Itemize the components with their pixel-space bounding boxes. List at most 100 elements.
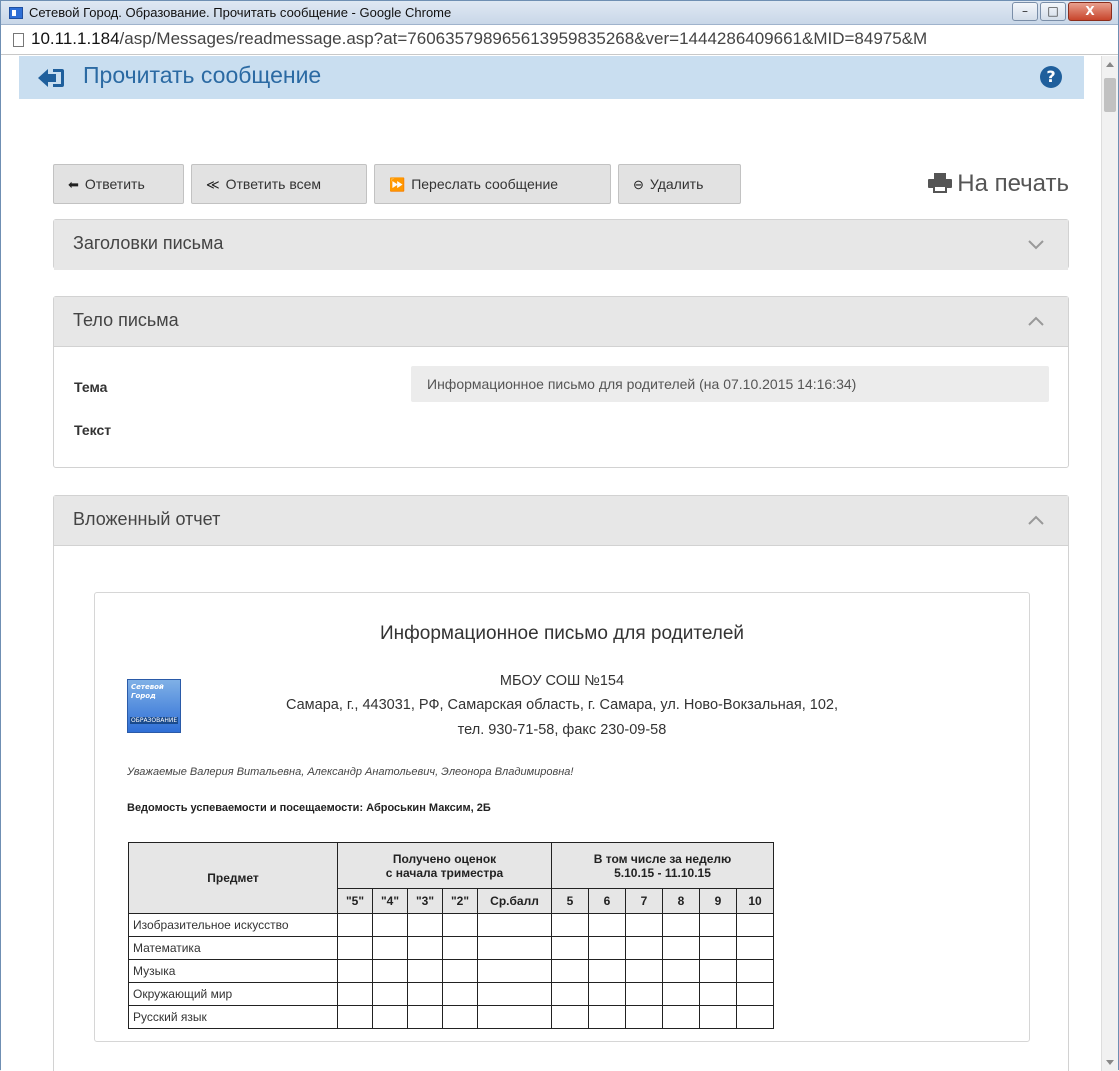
- week-cell: [551, 1005, 589, 1029]
- forward-button[interactable]: ⏩ Переслать сообщение: [374, 164, 611, 204]
- table-row: Музыка: [128, 959, 774, 983]
- chevron-up-icon[interactable]: [1028, 315, 1044, 327]
- col-week-header: 7: [625, 888, 663, 914]
- body-panel-content: Тема Информационное письмо для родителей…: [54, 347, 1068, 467]
- average-cell: [477, 913, 552, 937]
- subject-cell: Математика: [128, 936, 338, 960]
- page-header: Прочитать сообщение ?: [19, 56, 1084, 99]
- grade-cell: [407, 913, 443, 937]
- reply-all-button[interactable]: ≪ Ответить всем: [191, 164, 367, 204]
- body-panel: Тело письма Тема Информационное письмо д…: [53, 296, 1069, 468]
- body-panel-header[interactable]: Тело письма: [54, 297, 1068, 347]
- greeting: Уважаемые Валерия Витальевна, Александр …: [127, 766, 574, 778]
- grades-table: Предмет Получено оценок с начала тримест…: [128, 842, 774, 1029]
- scroll-up-icon[interactable]: [1106, 62, 1114, 67]
- week-cell: [662, 913, 700, 937]
- grade-cell: [407, 1005, 443, 1029]
- page-scrollbar[interactable]: [1101, 56, 1118, 1071]
- week-cell: [625, 936, 663, 960]
- scroll-down-icon[interactable]: [1106, 1060, 1114, 1065]
- week-cell: [699, 982, 737, 1006]
- week-cell: [736, 959, 774, 983]
- address-bar[interactable]: 10.11.1.184/asp/Messages/readmessage.asp…: [1, 25, 1118, 55]
- week-cell: [551, 913, 589, 937]
- url-host: 10.11.1.184: [31, 29, 120, 48]
- report-panel-title: Вложенный отчет: [73, 509, 221, 529]
- headers-panel-header[interactable]: Заголовки письма: [54, 220, 1068, 270]
- week-cell: [588, 959, 626, 983]
- report-title: Информационное письмо для родителей: [379, 623, 745, 644]
- page-title: Прочитать сообщение: [83, 62, 322, 88]
- grade-cell: [442, 959, 478, 983]
- sheet-title: Ведомость успеваемости и посещаемости: А…: [127, 802, 491, 814]
- page-viewport: Прочитать сообщение ? ⬅ Ответить ≪ Ответит…: [1, 56, 1102, 1071]
- week-cell: [625, 959, 663, 983]
- headers-panel: Заголовки письма: [53, 219, 1069, 270]
- report-panel-header[interactable]: Вложенный отчет: [54, 496, 1068, 546]
- week-cell: [588, 913, 626, 937]
- col-week-header: 6: [588, 888, 626, 914]
- grade-cell: [442, 1005, 478, 1029]
- grade-cell: [372, 1005, 408, 1029]
- delete-button[interactable]: ⊖ Удалить: [618, 164, 741, 204]
- browser-window: Сетевой Город. Образование. Прочитать со…: [0, 0, 1119, 1071]
- subject-cell: Русский язык: [128, 1005, 338, 1029]
- forward-button-label: Переслать сообщение: [411, 176, 559, 192]
- report-document: Информационное письмо для родителей Сете…: [94, 592, 1030, 1042]
- reply-button[interactable]: ⬅ Ответить: [53, 164, 184, 204]
- grade-cell: [442, 913, 478, 937]
- week-cell: [662, 982, 700, 1006]
- week-cell: [736, 936, 774, 960]
- group-week-line2: 5.10.15 - 11.10.15: [614, 865, 711, 880]
- week-cell: [588, 936, 626, 960]
- group-grades-line1: Получено оценок: [392, 851, 497, 866]
- scroll-thumb[interactable]: [1104, 78, 1116, 112]
- week-cell: [588, 982, 626, 1006]
- week-cell: [736, 982, 774, 1006]
- grade-cell: [407, 959, 443, 983]
- table-row: Математика: [128, 936, 774, 960]
- col-subject-header: Предмет: [128, 842, 338, 914]
- week-cell: [699, 913, 737, 937]
- close-icon[interactable]: X: [1068, 2, 1112, 21]
- group-week-line1: В том числе за неделю: [593, 851, 732, 866]
- col-grade-header: "5": [337, 888, 373, 914]
- grade-cell: [372, 936, 408, 960]
- chevron-up-icon[interactable]: [1028, 514, 1044, 526]
- reply-all-button-label: Ответить всем: [225, 176, 322, 192]
- grade-cell: [442, 982, 478, 1006]
- print-link[interactable]: На печать: [927, 170, 1069, 198]
- url-text[interactable]: 10.11.1.184/asp/Messages/readmessage.asp…: [31, 29, 927, 49]
- grade-cell: [372, 982, 408, 1006]
- col-grade-header: "2": [442, 888, 478, 914]
- grade-cell: [337, 959, 373, 983]
- reply-button-label: Ответить: [84, 176, 145, 192]
- group-grades-line2: с начала триместра: [385, 865, 504, 880]
- week-cell: [625, 913, 663, 937]
- maximize-icon[interactable]: □: [1040, 2, 1066, 21]
- week-cell: [625, 982, 663, 1006]
- chrome-app-icon: [9, 7, 23, 19]
- body-panel-title: Тело письма: [73, 310, 179, 330]
- col-week-header: 8: [662, 888, 700, 914]
- back-icon[interactable]: [37, 67, 65, 89]
- col-grade-header: "4": [372, 888, 408, 914]
- headers-panel-title: Заголовки письма: [73, 233, 224, 253]
- minimize-icon[interactable]: –: [1012, 2, 1038, 21]
- subject-cell: Музыка: [128, 959, 338, 983]
- average-cell: [477, 936, 552, 960]
- reply-icon: ⬅: [68, 177, 79, 192]
- week-cell: [662, 1005, 700, 1029]
- message-toolbar: ⬅ Ответить ≪ Ответить всем ⏩ Переслать сооб…: [53, 164, 1069, 204]
- help-icon[interactable]: ?: [1040, 66, 1062, 88]
- week-cell: [736, 1005, 774, 1029]
- week-cell: [736, 913, 774, 937]
- subject-cell: Окружающий мир: [128, 982, 338, 1006]
- print-label: На печать: [957, 170, 1069, 197]
- week-cell: [699, 936, 737, 960]
- week-cell: [588, 1005, 626, 1029]
- page-icon: [13, 33, 24, 47]
- school-name: МБОУ СОШ №154: [499, 673, 625, 689]
- week-cell: [551, 982, 589, 1006]
- chevron-down-icon[interactable]: [1028, 238, 1044, 250]
